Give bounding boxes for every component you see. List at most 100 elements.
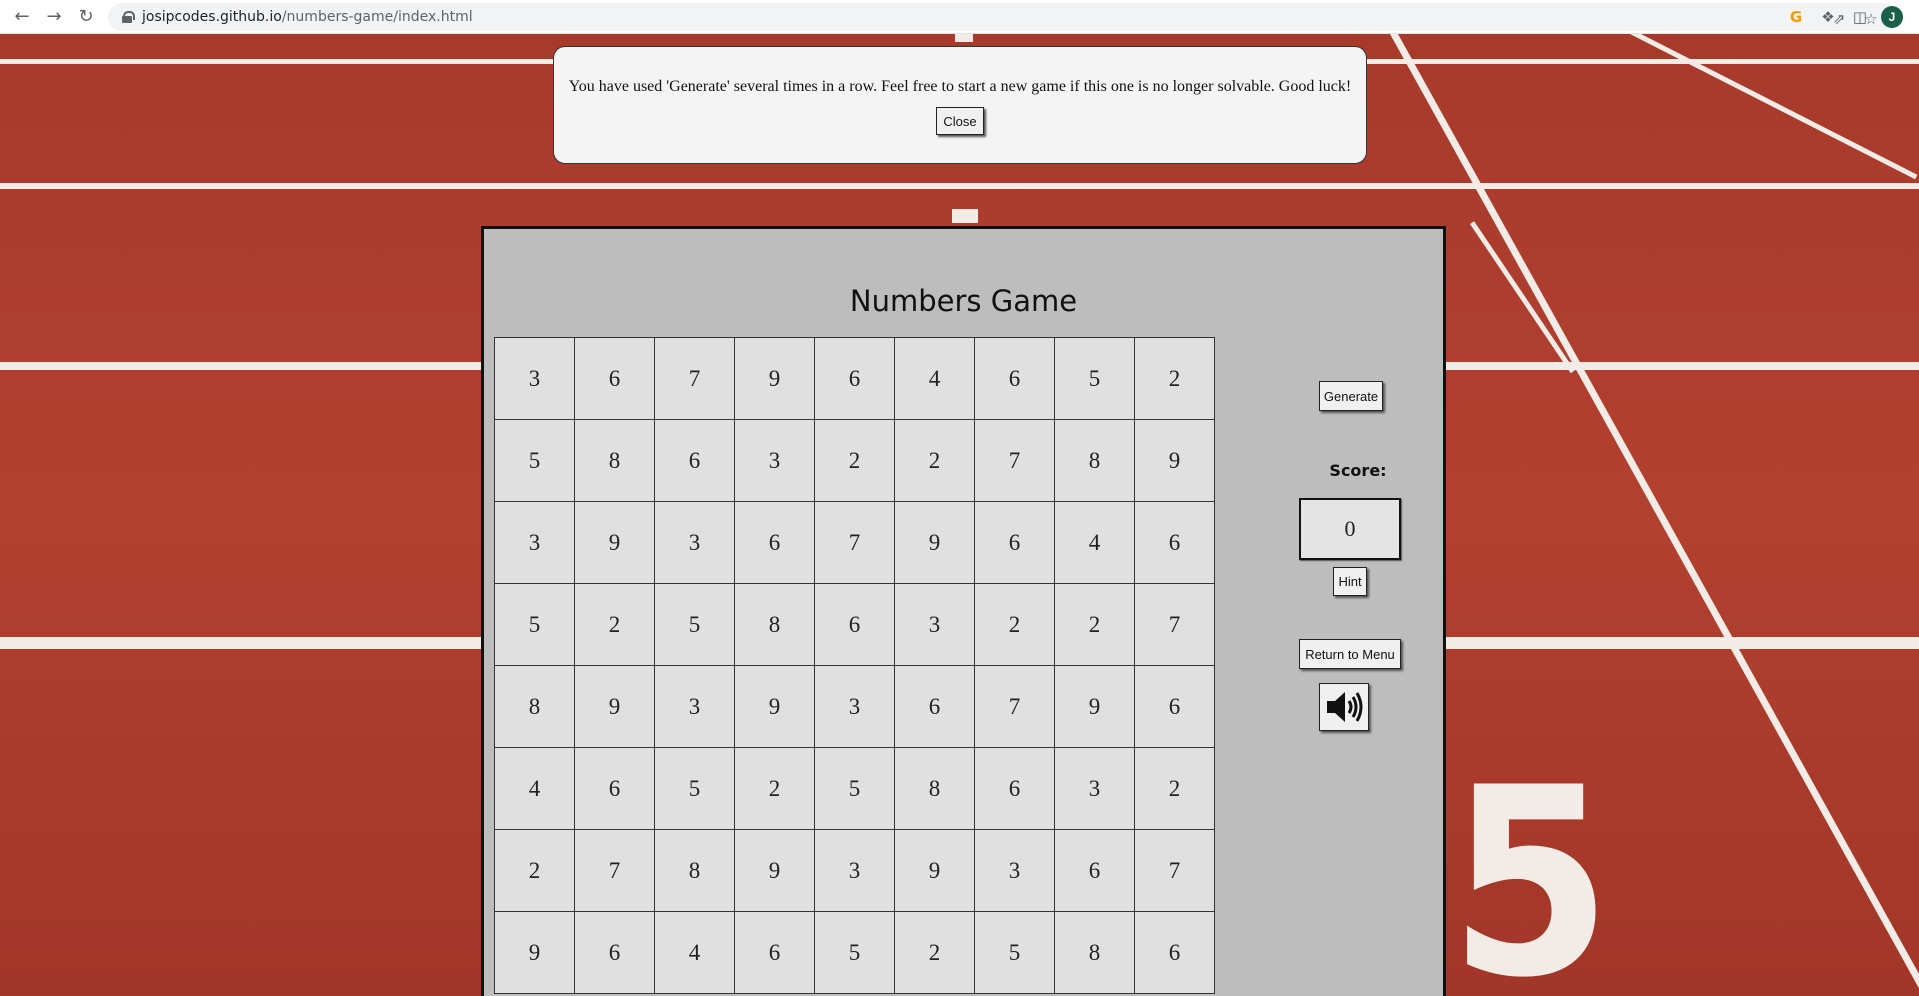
grid-cell[interactable]: 3 <box>975 830 1055 912</box>
grid-cell[interactable]: 3 <box>895 584 975 666</box>
grid-cell[interactable]: 5 <box>655 748 735 830</box>
grid-cell[interactable]: 6 <box>575 912 655 994</box>
sound-toggle-button[interactable] <box>1319 683 1369 731</box>
grid-cell[interactable]: 2 <box>975 584 1055 666</box>
grid-cell[interactable]: 6 <box>1135 912 1215 994</box>
grid-cell[interactable]: 6 <box>975 748 1055 830</box>
hint-button[interactable]: Hint <box>1333 567 1367 596</box>
game-panel: Numbers Game 367964652586322789393679646… <box>481 226 1446 996</box>
grid-cell[interactable]: 9 <box>895 502 975 584</box>
grid-cell[interactable]: 7 <box>1135 584 1215 666</box>
grid-cell[interactable]: 9 <box>735 338 815 420</box>
grid-cell[interactable]: 6 <box>815 584 895 666</box>
grid-cell[interactable]: 2 <box>895 912 975 994</box>
grid-cell[interactable]: 6 <box>1055 830 1135 912</box>
grid-cell[interactable]: 9 <box>895 830 975 912</box>
grid-cell[interactable]: 6 <box>735 502 815 584</box>
grid-cell[interactable]: 3 <box>495 338 575 420</box>
puzzle-extensions-icon[interactable]: ❖ <box>1817 6 1839 28</box>
url-host: josipcodes.github.io <box>142 9 282 25</box>
grid-cell[interactable]: 9 <box>735 666 815 748</box>
grid-cell[interactable]: 5 <box>975 912 1055 994</box>
grid-cell[interactable]: 8 <box>655 830 735 912</box>
grid-cell[interactable]: 3 <box>1055 748 1135 830</box>
url-text[interactable]: josipcodes.github.io/numbers-game/index.… <box>142 9 473 25</box>
grid-cell[interactable]: 2 <box>735 748 815 830</box>
grid-cell[interactable]: 3 <box>815 830 895 912</box>
extension-g-icon[interactable]: G <box>1785 6 1807 28</box>
grid-cell[interactable]: 9 <box>735 830 815 912</box>
dialog-message: You have used 'Generate' several times i… <box>568 78 1352 95</box>
track-line <box>1630 34 1918 180</box>
grid-cell[interactable]: 7 <box>975 420 1055 502</box>
track-marker <box>955 34 973 42</box>
score-label: Score: <box>1329 461 1387 480</box>
grid-cell[interactable]: 8 <box>1055 912 1135 994</box>
grid-cell[interactable]: 5 <box>655 584 735 666</box>
grid-cell[interactable]: 6 <box>735 912 815 994</box>
grid-cell[interactable]: 3 <box>655 666 735 748</box>
grid-cell[interactable]: 6 <box>575 748 655 830</box>
grid-cell[interactable]: 6 <box>575 338 655 420</box>
grid-cell[interactable]: 5 <box>1055 338 1135 420</box>
forward-arrow-icon[interactable]: → <box>42 5 66 29</box>
grid-cell[interactable]: 9 <box>575 666 655 748</box>
lock-icon <box>122 11 135 23</box>
grid-cell[interactable]: 8 <box>735 584 815 666</box>
track-line <box>1470 221 1575 374</box>
browser-toolbar: ← → ↻ josipcodes.github.io/numbers-game/… <box>0 0 1919 34</box>
track-lane-number: 5 <box>1449 733 1612 996</box>
grid-cell[interactable]: 3 <box>815 666 895 748</box>
grid-cell[interactable]: 3 <box>735 420 815 502</box>
grid-cell[interactable]: 8 <box>895 748 975 830</box>
grid-cell[interactable]: 8 <box>1055 420 1135 502</box>
grid-cell[interactable]: 9 <box>1055 666 1135 748</box>
grid-cell[interactable]: 2 <box>1135 338 1215 420</box>
grid-cell[interactable]: 6 <box>895 666 975 748</box>
score-display: 0 <box>1299 498 1401 560</box>
address-bar[interactable]: josipcodes.github.io/numbers-game/index.… <box>108 3 1898 31</box>
grid-cell[interactable]: 6 <box>815 338 895 420</box>
grid-cell[interactable]: 6 <box>1135 666 1215 748</box>
grid-cell[interactable]: 5 <box>815 748 895 830</box>
return-to-menu-button[interactable]: Return to Menu <box>1299 639 1401 669</box>
grid-cell[interactable]: 3 <box>655 502 735 584</box>
page-title: Numbers Game <box>849 284 1078 318</box>
grid-cell[interactable]: 2 <box>1055 584 1135 666</box>
grid-cell[interactable]: 2 <box>495 830 575 912</box>
grid-cell[interactable]: 3 <box>495 502 575 584</box>
grid-cell[interactable]: 8 <box>495 666 575 748</box>
grid-cell[interactable]: 6 <box>1135 502 1215 584</box>
grid-cell[interactable]: 5 <box>495 420 575 502</box>
grid-cell[interactable]: 6 <box>975 338 1055 420</box>
reload-icon[interactable]: ↻ <box>74 5 98 29</box>
generate-button[interactable]: Generate <box>1319 381 1383 411</box>
grid-cell[interactable]: 4 <box>1055 502 1135 584</box>
grid-cell[interactable]: 2 <box>815 420 895 502</box>
grid-cell[interactable]: 7 <box>975 666 1055 748</box>
track-marker <box>952 209 978 223</box>
grid-cell[interactable]: 2 <box>895 420 975 502</box>
grid-cell[interactable]: 7 <box>815 502 895 584</box>
grid-cell[interactable]: 9 <box>575 502 655 584</box>
grid-cell[interactable]: 7 <box>1135 830 1215 912</box>
grid-cell[interactable]: 5 <box>815 912 895 994</box>
grid-cell[interactable]: 7 <box>575 830 655 912</box>
grid-cell[interactable]: 2 <box>1135 748 1215 830</box>
grid-cell[interactable]: 5 <box>495 584 575 666</box>
grid-cell[interactable]: 4 <box>495 748 575 830</box>
grid-cell[interactable]: 9 <box>495 912 575 994</box>
side-panel-icon[interactable]: ◫ <box>1849 6 1871 28</box>
back-arrow-icon[interactable]: ← <box>10 5 34 29</box>
grid-cell[interactable]: 4 <box>655 912 735 994</box>
grid-cell[interactable]: 6 <box>975 502 1055 584</box>
close-button[interactable]: Close <box>936 107 984 135</box>
grid-cell[interactable]: 2 <box>575 584 655 666</box>
track-line <box>0 183 1919 189</box>
grid-cell[interactable]: 9 <box>1135 420 1215 502</box>
grid-cell[interactable]: 6 <box>655 420 735 502</box>
profile-avatar[interactable]: J <box>1881 6 1903 28</box>
grid-cell[interactable]: 4 <box>895 338 975 420</box>
grid-cell[interactable]: 8 <box>575 420 655 502</box>
grid-cell[interactable]: 7 <box>655 338 735 420</box>
